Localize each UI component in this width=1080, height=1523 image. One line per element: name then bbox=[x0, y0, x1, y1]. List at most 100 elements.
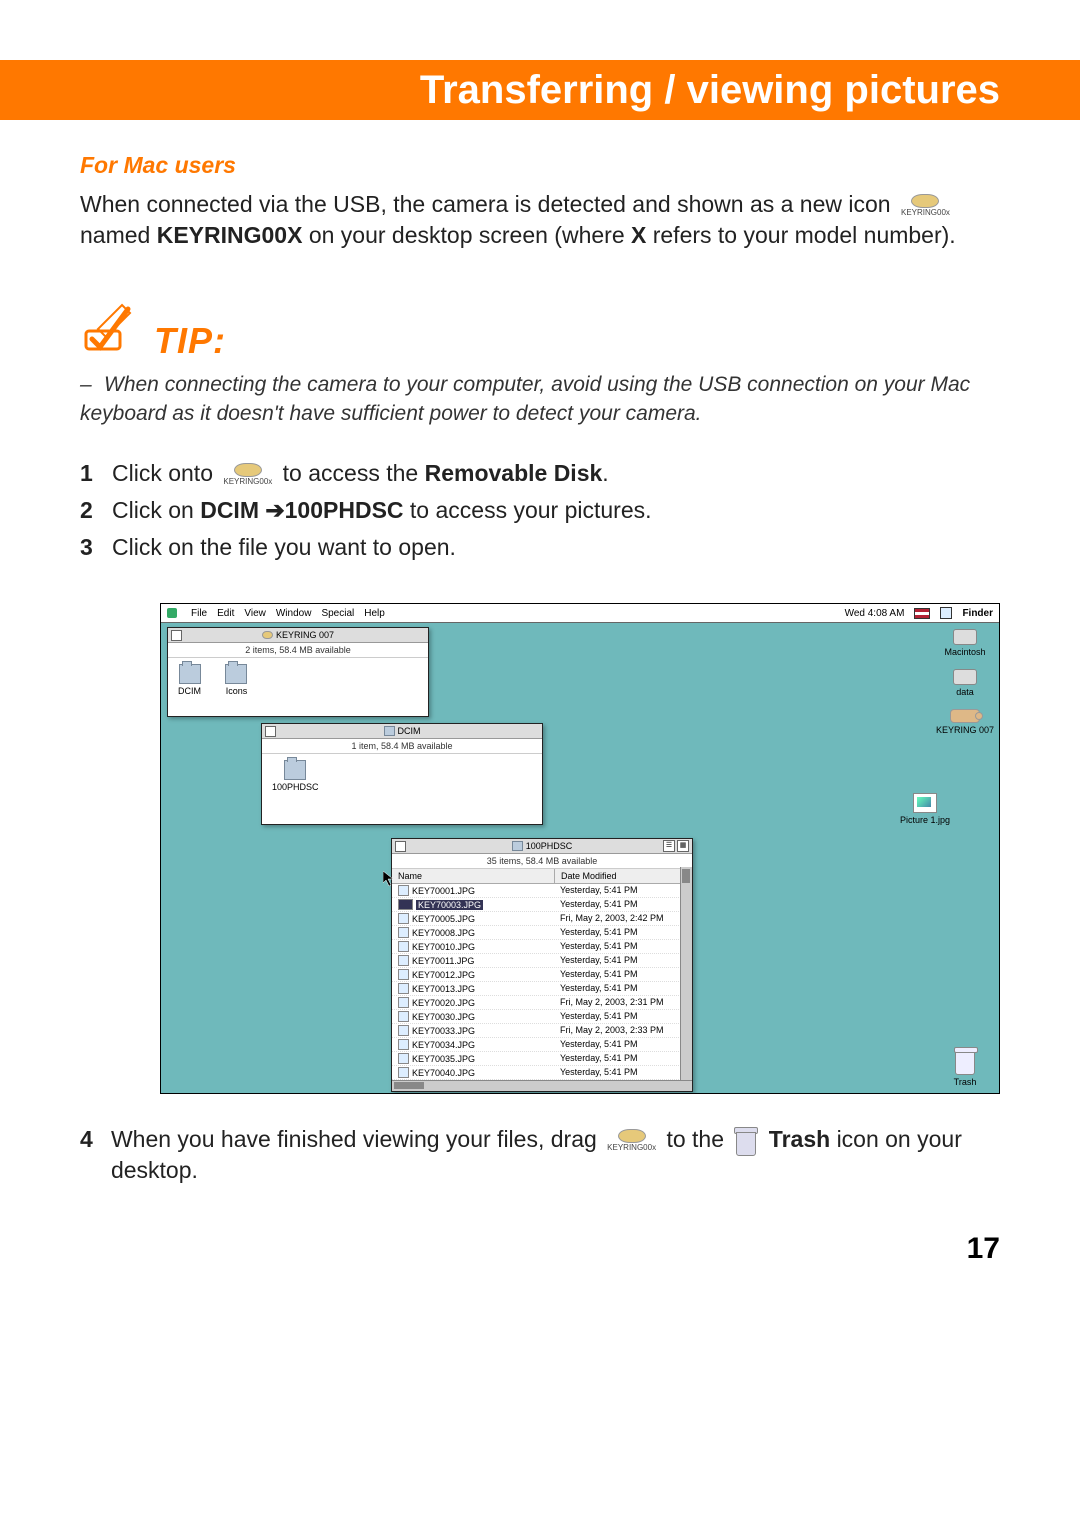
file-row: KEY70008.JPGYesterday, 5:41 PM bbox=[392, 926, 681, 940]
intro-part1: When connected via the USB, the camera i… bbox=[80, 191, 891, 217]
window-keyring: KEYRING 007 2 items, 58.4 MB available D… bbox=[167, 627, 429, 717]
keyring-disk-icon: KEYRING00x bbox=[223, 463, 272, 486]
menu-help: Help bbox=[364, 608, 385, 619]
file-date: Yesterday, 5:41 PM bbox=[554, 1066, 681, 1079]
file-row: KEY70003.JPGYesterday, 5:41 PM bbox=[392, 898, 681, 912]
file-icon bbox=[398, 1025, 409, 1036]
file-row: KEY70020.JPGFri, May 2, 2003, 2:31 PM bbox=[392, 996, 681, 1010]
file-icon bbox=[398, 941, 409, 952]
desktop-icon-label: KEYRING 007 bbox=[935, 725, 995, 735]
menu-special: Special bbox=[321, 608, 354, 619]
file-name: KEY70035.JPG bbox=[412, 1054, 475, 1064]
cursor-icon bbox=[383, 871, 395, 892]
tip-heading: TIP: bbox=[80, 301, 1000, 365]
folder-100phdsc: 100PHDSC bbox=[272, 760, 319, 792]
intro-keyword: KEYRING00X bbox=[157, 222, 303, 248]
menu-view: View bbox=[244, 608, 266, 619]
file-icon bbox=[398, 983, 409, 994]
step-2-bold: DCIM ➔100PHDSC bbox=[200, 497, 403, 523]
step-number: 3 bbox=[80, 532, 98, 563]
window-titlebar: DCIM bbox=[262, 724, 542, 739]
file-name: KEY70033.JPG bbox=[412, 1026, 475, 1036]
window-status: 2 items, 58.4 MB available bbox=[168, 643, 428, 658]
file-name: KEY70003.JPG bbox=[416, 900, 483, 910]
window-title: 100PHDSC bbox=[526, 841, 573, 851]
tip-label: TIP: bbox=[154, 317, 226, 366]
mac-screenshot: File Edit View Window Special Help Wed 4… bbox=[160, 603, 1000, 1094]
col-name: Name bbox=[392, 869, 555, 883]
folder-label: 100PHDSC bbox=[272, 782, 319, 792]
disk-icon bbox=[262, 631, 273, 639]
desktop-icon-trash: Trash bbox=[935, 1051, 995, 1087]
horizontal-scrollbar bbox=[392, 1080, 692, 1091]
file-icon bbox=[398, 927, 409, 938]
file-icon bbox=[398, 1011, 409, 1022]
window-title: KEYRING 007 bbox=[276, 630, 334, 640]
intro-part2e: refers to your model number). bbox=[646, 222, 955, 248]
close-icon bbox=[171, 630, 182, 641]
content: For Mac users When connected via the USB… bbox=[0, 150, 1080, 563]
step-2: 2 Click on DCIM ➔100PHDSC to access your… bbox=[80, 495, 1000, 526]
file-date: Yesterday, 5:41 PM bbox=[554, 954, 681, 967]
step-1-bold: Removable Disk bbox=[425, 460, 603, 486]
file-date: Yesterday, 5:41 PM bbox=[554, 1052, 681, 1065]
file-row: KEY70010.JPGYesterday, 5:41 PM bbox=[392, 940, 681, 954]
window-status: 35 items, 58.4 MB available bbox=[392, 854, 692, 869]
step-1-pre: Click onto bbox=[112, 460, 213, 486]
file-date: Yesterday, 5:41 PM bbox=[554, 968, 681, 981]
desktop-icon-macintosh: Macintosh bbox=[935, 629, 995, 657]
desktop-icon-keyring: KEYRING 007 bbox=[935, 709, 995, 735]
step-1-post: . bbox=[602, 460, 608, 486]
menu-window: Window bbox=[276, 608, 312, 619]
keyring-disk-icon-label: KEYRING00x bbox=[901, 209, 950, 217]
file-list: KEY70001.JPGYesterday, 5:41 PMKEY70003.J… bbox=[392, 884, 692, 1080]
flag-icon bbox=[914, 608, 930, 619]
trash-icon bbox=[734, 1127, 758, 1155]
folder-icon bbox=[512, 841, 523, 851]
page-title: Transferring / viewing pictures bbox=[420, 68, 1000, 113]
section-subhead: For Mac users bbox=[80, 150, 1000, 181]
finder-label: Finder bbox=[962, 608, 993, 619]
step-1: 1 Click onto KEYRING00x to access the Re… bbox=[80, 458, 1000, 489]
file-row: KEY70030.JPGYesterday, 5:41 PM bbox=[392, 1010, 681, 1024]
file-row: KEY70035.JPG Yesterday, 5:41 PM bbox=[392, 1052, 681, 1066]
file-icon bbox=[398, 1039, 409, 1050]
mac-menubar: File Edit View Window Special Help Wed 4… bbox=[161, 604, 999, 623]
file-date: Fri, May 2, 2003, 2:31 PM bbox=[554, 996, 681, 1009]
window-titlebar: 100PHDSC ☰▦ bbox=[392, 839, 692, 854]
file-name: KEY70005.JPG bbox=[412, 914, 475, 924]
window-100phdsc: 100PHDSC ☰▦ 35 items, 58.4 MB available … bbox=[391, 838, 693, 1092]
desktop-icon-label: Trash bbox=[935, 1077, 995, 1087]
step-number: 2 bbox=[80, 495, 98, 526]
keyring-disk-icon: KEYRING00x bbox=[901, 194, 950, 217]
apple-menu-icon bbox=[167, 608, 177, 618]
header-bar: Transferring / viewing pictures bbox=[0, 60, 1080, 120]
view-mode-buttons: ☰▦ bbox=[663, 840, 689, 852]
close-icon bbox=[395, 841, 406, 852]
file-icon bbox=[398, 997, 409, 1008]
step-4-pre: When you have finished viewing your file… bbox=[111, 1126, 597, 1152]
keyring-disk-icon-label: KEYRING00x bbox=[607, 1144, 656, 1152]
page-number: 17 bbox=[0, 1192, 1080, 1266]
file-icon bbox=[398, 913, 409, 924]
step-3: 3 Click on the file you want to open. bbox=[80, 532, 1000, 563]
column-headers: Name Date Modified bbox=[392, 869, 692, 884]
step-4-mid: to the bbox=[666, 1126, 724, 1152]
desktop-icon-label: data bbox=[935, 687, 995, 697]
step-number: 1 bbox=[80, 458, 98, 489]
file-icon bbox=[398, 955, 409, 966]
file-row: KEY70005.JPGFri, May 2, 2003, 2:42 PM bbox=[392, 912, 681, 926]
step-4: 4 When you have finished viewing your fi… bbox=[80, 1124, 1000, 1186]
desktop-icon-data: data bbox=[935, 669, 995, 697]
file-date: Yesterday, 5:41 PM bbox=[554, 982, 681, 995]
file-name: KEY70010.JPG bbox=[412, 942, 475, 952]
file-name: KEY70030.JPG bbox=[412, 1012, 475, 1022]
window-titlebar: KEYRING 007 bbox=[168, 628, 428, 643]
file-row: KEY70040.JPGYesterday, 5:41 PM bbox=[392, 1066, 681, 1080]
step-1-mid: to access the bbox=[283, 460, 425, 486]
manual-page: Transferring / viewing pictures For Mac … bbox=[0, 0, 1080, 1306]
file-name: KEY70011.JPG bbox=[412, 956, 474, 966]
folder-dcim: DCIM bbox=[178, 664, 201, 696]
file-date: Fri, May 2, 2003, 2:33 PM bbox=[554, 1024, 681, 1037]
tip-text-body: When connecting the camera to your compu… bbox=[80, 373, 970, 424]
